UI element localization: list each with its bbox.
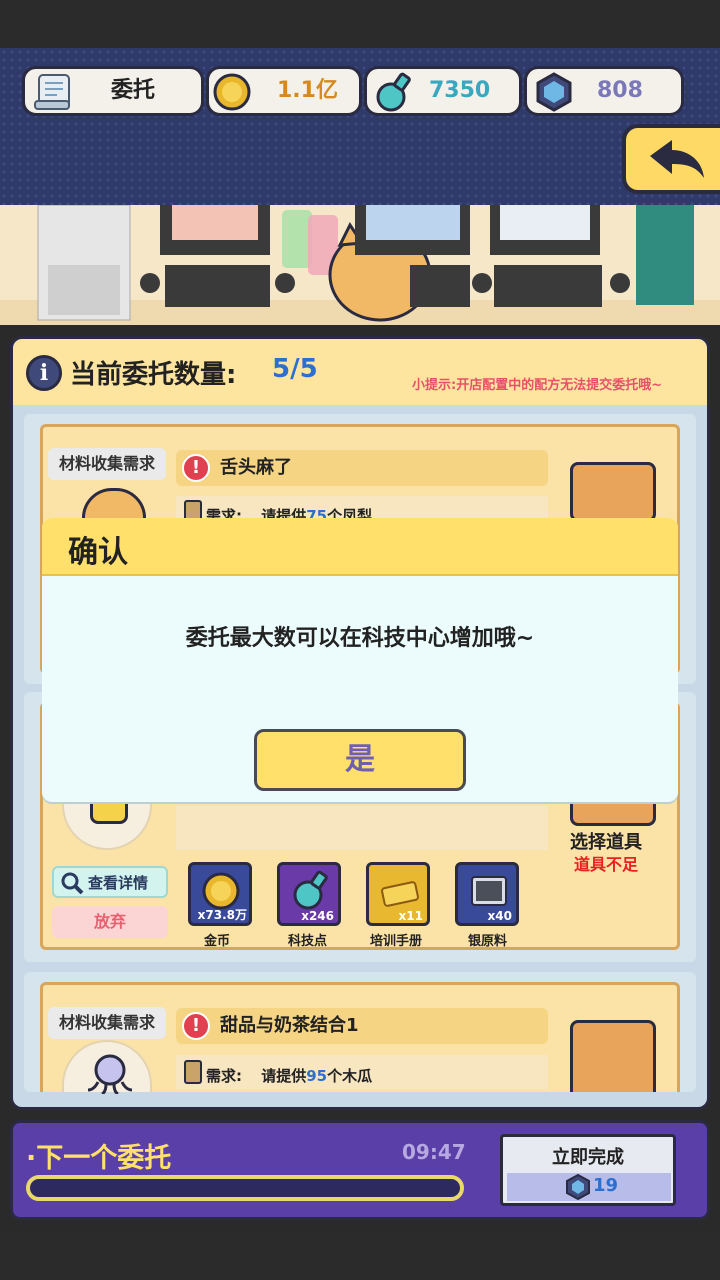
reward-count: x40 bbox=[487, 909, 512, 923]
status-bar bbox=[0, 0, 720, 48]
warning-icon: ! bbox=[182, 1012, 210, 1040]
reward-label: 金币 bbox=[204, 934, 231, 949]
next-commission-timer: 09:47 bbox=[402, 1140, 466, 1164]
reward-slot[interactable]: x11 bbox=[366, 862, 430, 926]
req-item: 个木瓜 bbox=[327, 1067, 373, 1085]
gold-value: 1.1亿 bbox=[277, 78, 338, 103]
warning-icon: ! bbox=[182, 454, 210, 482]
req-prefix: 需求: bbox=[206, 1067, 242, 1085]
reward-count: x11 bbox=[398, 909, 423, 923]
scroll-icon bbox=[34, 74, 70, 110]
tech-points-pill[interactable]: 7350 bbox=[364, 66, 522, 116]
req-number: 95 bbox=[306, 1067, 328, 1085]
reward-slot[interactable]: x40 bbox=[455, 862, 519, 926]
req-text: 请提供 bbox=[261, 1067, 307, 1085]
gold-coin-icon bbox=[213, 73, 251, 111]
hexagon-gem-icon bbox=[566, 1173, 590, 1201]
gems-pill[interactable]: 808 bbox=[524, 66, 684, 116]
next-commission-progress bbox=[26, 1175, 464, 1201]
card-title: 舌头麻了 bbox=[220, 457, 292, 478]
commission-pill[interactable]: 委托 bbox=[22, 66, 204, 116]
back-button[interactable] bbox=[622, 124, 720, 194]
commission-label: 委托 bbox=[111, 78, 156, 103]
next-commission-label: ·下一个委托 bbox=[26, 1143, 172, 1174]
finish-now-button[interactable]: 立即完成 19 bbox=[500, 1134, 676, 1206]
dialog-message: 委托最大数可以在科技中心增加哦~ bbox=[185, 626, 535, 651]
silver-material-icon bbox=[471, 876, 507, 906]
hint-text: 小提示:开店配置中的配方无法提交委托哦~ bbox=[412, 378, 663, 393]
office-illustration bbox=[37, 205, 694, 322]
reward-label: 科技点 bbox=[288, 934, 328, 949]
reward-slot[interactable]: x246 bbox=[277, 862, 341, 926]
dialog-header bbox=[42, 518, 678, 576]
commission-count-label: 当前委托数量: bbox=[70, 360, 237, 390]
tech-points-value: 7350 bbox=[429, 78, 491, 103]
item-insufficient-label: 道具不足 bbox=[574, 855, 639, 874]
reward-count: x246 bbox=[301, 909, 334, 923]
training-book-icon bbox=[381, 881, 419, 907]
commission-count-value: 5/5 bbox=[272, 354, 318, 384]
hexagon-gem-icon bbox=[536, 72, 572, 112]
reward-label: 培训手册 bbox=[370, 934, 423, 949]
office-scene bbox=[0, 205, 720, 325]
gold-coin-icon bbox=[202, 872, 240, 910]
clipboard-icon bbox=[184, 1060, 202, 1084]
card-type-tag: 材料收集需求 bbox=[48, 1007, 166, 1039]
reward-label: 银原料 bbox=[468, 934, 508, 949]
info-icon[interactable]: i bbox=[26, 355, 62, 391]
abandon-button[interactable]: 放弃 bbox=[52, 906, 168, 938]
item-box-icon[interactable] bbox=[570, 1020, 656, 1092]
finish-now-label: 立即完成 bbox=[552, 1147, 624, 1168]
card-title: 甜品与奶茶结合1 bbox=[220, 1015, 359, 1036]
reward-slot[interactable]: x73.8万 bbox=[188, 862, 252, 926]
dialog-title: 确认 bbox=[68, 535, 128, 570]
back-arrow-icon bbox=[650, 140, 704, 178]
card-type-tag: 材料收集需求 bbox=[48, 448, 166, 480]
magnifier-icon bbox=[61, 872, 84, 895]
confirm-yes-button[interactable]: 是 bbox=[254, 729, 466, 791]
finish-now-cost: 19 bbox=[593, 1175, 619, 1196]
system-nav-bar bbox=[0, 1232, 720, 1280]
gems-value: 808 bbox=[597, 78, 643, 103]
item-box-icon[interactable] bbox=[570, 462, 656, 522]
tech-flask-icon bbox=[293, 870, 328, 910]
reward-count: x73.8万 bbox=[197, 908, 247, 922]
view-detail-label: 查看详情 bbox=[88, 874, 149, 892]
tech-flask-icon bbox=[376, 72, 411, 112]
gold-pill[interactable]: 1.1亿 bbox=[206, 66, 362, 116]
view-detail-button[interactable]: 查看详情 bbox=[52, 866, 168, 898]
octopus-icon bbox=[87, 1054, 133, 1094]
